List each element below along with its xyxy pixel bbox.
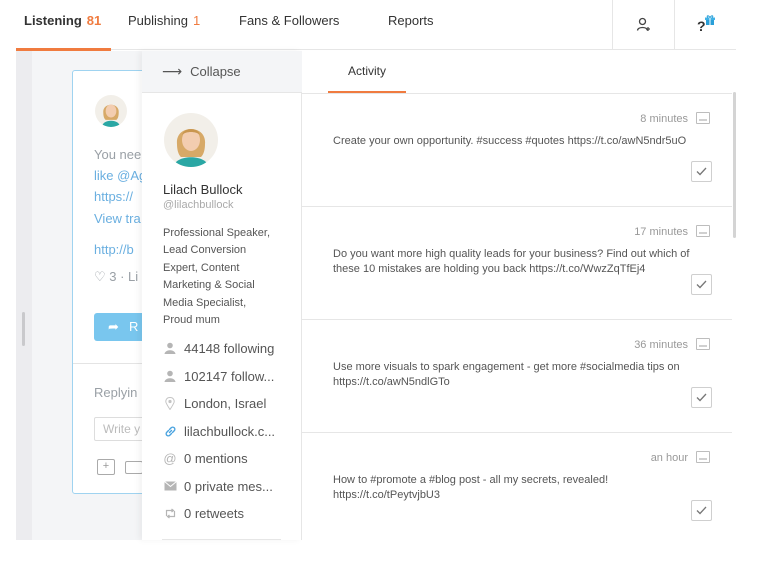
- stat-mentions-text: 0 mentions: [184, 450, 248, 466]
- bio-line: Marketing & Social: [163, 279, 255, 292]
- profile-bio: Professional Speaker, Lead Conversion Ex…: [163, 225, 293, 329]
- stat-mentions[interactable]: @ 0 mentions: [163, 448, 301, 468]
- arrow-right-icon: ⟶: [162, 63, 183, 79]
- bio-line: Professional Speaker,: [163, 227, 271, 239]
- mark-done-button[interactable]: [691, 274, 712, 295]
- stat-following-text: 44148 following: [184, 340, 275, 356]
- message-type-icon: [696, 112, 710, 124]
- tab-publishing-count: 1: [193, 13, 201, 28]
- user-icon: [163, 370, 177, 382]
- link-icon: [163, 425, 177, 438]
- divider: [162, 539, 281, 540]
- left-gutter: [16, 51, 32, 540]
- checkmark-icon: [696, 280, 707, 289]
- bio-line: Expert, Content: [163, 261, 240, 274]
- stat-location-text: London, Israel: [184, 395, 267, 411]
- tab-listening[interactable]: Listening 81: [15, 0, 112, 51]
- background-text-line: You nee: [94, 147, 142, 162]
- feed-item: 36 minutes Use more visuals to spark eng…: [302, 319, 732, 431]
- collapse-label: Collapse: [190, 64, 241, 79]
- help-gift-icon: ?: [697, 15, 715, 34]
- tab-activity[interactable]: Activity: [328, 51, 406, 93]
- feed-item-time: 8 minutes: [640, 113, 688, 125]
- feed-item: 8 minutes Create your own opportunity. #…: [302, 93, 732, 205]
- profile-handle: @lilachbullock: [163, 199, 234, 211]
- message-type-icon: [696, 451, 710, 463]
- feed-item-text: Create your own opportunity. #success #q…: [333, 135, 687, 147]
- feed-item: 17 minutes Do you want more high quality…: [302, 206, 732, 318]
- location-pin-icon: [163, 396, 177, 410]
- background-link[interactable]: http://b: [94, 242, 134, 257]
- stat-private-messages-text: 0 private mes...: [184, 478, 273, 494]
- tab-listening-label: Listening: [24, 13, 82, 28]
- tab-listening-count: 81: [86, 13, 102, 28]
- stat-following[interactable]: 44148 following: [163, 338, 301, 358]
- add-user-button[interactable]: [612, 0, 674, 50]
- stat-followers[interactable]: 102147 follow...: [163, 366, 301, 386]
- activity-scrollbar[interactable]: [733, 92, 736, 238]
- stat-followers-text: 102147 follow...: [184, 368, 275, 384]
- avatar: [95, 95, 127, 127]
- like-count: ♡ 3 · Li: [94, 269, 139, 284]
- tab-fans-followers[interactable]: Fans & Followers: [239, 0, 339, 50]
- feed-item-text: Do you want more high quality leads for …: [333, 248, 690, 275]
- tab-reports-label: Reports: [388, 13, 434, 28]
- bio-line: Proud mum: [163, 314, 220, 327]
- stat-website-text: lilachbullock.c...: [184, 423, 276, 439]
- stat-retweets[interactable]: 0 retweets: [163, 503, 301, 523]
- feed-item-text: Use more visuals to spark engagement - g…: [333, 361, 680, 388]
- tab-fans-followers-label: Fans & Followers: [239, 13, 340, 28]
- camera-icon[interactable]: [125, 461, 143, 474]
- retweet-icon: [163, 508, 177, 519]
- feed-item-time: 36 minutes: [634, 339, 688, 351]
- mark-done-button[interactable]: [691, 161, 712, 182]
- activity-tabbar: Activity: [302, 51, 736, 93]
- feed-item-time: 17 minutes: [634, 226, 688, 238]
- background-link[interactable]: https://: [94, 189, 133, 204]
- resize-handle[interactable]: [22, 312, 25, 346]
- view-translation-link[interactable]: View tra: [94, 211, 141, 226]
- checkmark-icon: [696, 167, 707, 176]
- tab-reports[interactable]: Reports: [388, 0, 434, 50]
- reply-button-label: R: [129, 319, 139, 334]
- bio-line: Lead Conversion: [163, 244, 247, 257]
- feed-item-text: How to #promote a #blog post - all my se…: [333, 474, 609, 501]
- profile-avatar: [164, 113, 218, 167]
- user-icon: [163, 342, 177, 354]
- background-text-line: like @Ag: [94, 168, 147, 183]
- stat-location: London, Israel: [163, 393, 301, 413]
- profile-avatar-image: [164, 113, 218, 167]
- top-nav: Listening 81 Publishing 1 Fans & Followers…: [15, 0, 736, 51]
- profile-name: Lilach Bullock: [163, 182, 243, 197]
- mark-done-button[interactable]: [691, 387, 712, 408]
- add-media-icon[interactable]: +: [97, 459, 115, 475]
- tab-publishing-label: Publishing: [128, 13, 188, 28]
- mark-done-button[interactable]: [691, 500, 712, 521]
- feed-item: an hour How to #promote a #blog post - a…: [302, 432, 732, 544]
- reply-arrow-icon: ➦: [108, 319, 119, 334]
- checkmark-icon: [696, 393, 707, 402]
- replying-label: Replyin: [94, 385, 138, 400]
- checkmark-icon: [696, 506, 707, 515]
- message-type-icon: [696, 225, 710, 237]
- tab-publishing[interactable]: Publishing 1: [128, 0, 200, 50]
- profile-panel: ⟶ Collapse Lilach Bullock @lilachbullock…: [142, 51, 302, 540]
- bio-line: Media Specialist,: [163, 296, 247, 309]
- collapse-button[interactable]: ⟶ Collapse: [142, 51, 302, 93]
- stat-retweets-text: 0 retweets: [184, 505, 244, 521]
- activity-panel: Activity 8 minutes Create your own oppor…: [302, 51, 736, 540]
- svg-text:?: ?: [697, 18, 706, 34]
- at-icon: @: [163, 450, 177, 466]
- stat-private-messages[interactable]: 0 private mes...: [163, 476, 301, 496]
- help-button[interactable]: ?: [674, 0, 736, 50]
- message-type-icon: [696, 338, 710, 350]
- stat-website[interactable]: lilachbullock.c...: [163, 421, 301, 441]
- envelope-icon: [163, 481, 177, 491]
- add-user-icon: [636, 17, 650, 31]
- feed-item-time: an hour: [650, 452, 688, 464]
- avatar-image: [95, 95, 127, 127]
